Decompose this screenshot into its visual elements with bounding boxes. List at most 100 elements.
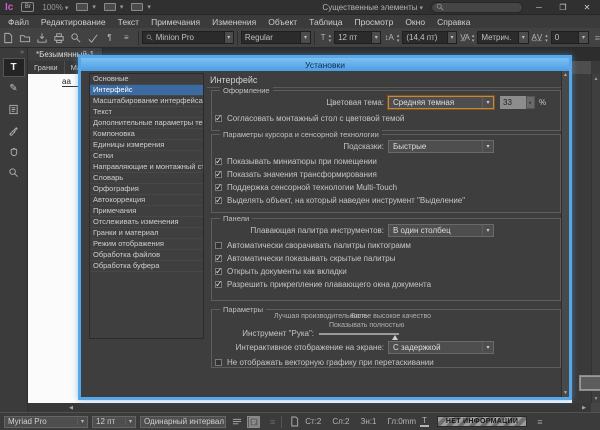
- search-input[interactable]: [431, 2, 523, 13]
- tooltips-dropdown[interactable]: Быстрые: [388, 140, 494, 153]
- preferences-section-item[interactable]: Орфография: [90, 184, 203, 195]
- preferences-section-item[interactable]: Режим отображения: [90, 239, 203, 250]
- view-tab[interactable]: Гранки: [28, 61, 64, 74]
- kerning-field[interactable]: Метрич.: [477, 31, 519, 44]
- galley-layout-button[interactable]: [230, 416, 243, 428]
- text-display-button[interactable]: ≡: [118, 30, 135, 46]
- tracking-dropdown-button[interactable]: [579, 31, 588, 44]
- status-size-dropdown[interactable]: 12 пт: [92, 416, 136, 428]
- screen-mode-button[interactable]: [104, 3, 124, 11]
- checkbox[interactable]: [215, 115, 222, 122]
- arrange-documents-button[interactable]: [131, 3, 151, 11]
- status-spacing-dropdown[interactable]: Одинарный интервал: [140, 416, 226, 428]
- leading-stepper[interactable]: [395, 33, 402, 43]
- preferences-section-item[interactable]: Направляющие и монтажный стол: [90, 162, 203, 173]
- checkbox[interactable]: [215, 184, 222, 191]
- show-hidden-characters-button[interactable]: ¶: [101, 30, 118, 46]
- find-button[interactable]: [67, 30, 84, 46]
- checkbox[interactable]: [215, 359, 222, 366]
- scroll-left-icon[interactable]: ◀: [66, 403, 76, 412]
- workspace-switcher[interactable]: Существенные элементы: [322, 3, 423, 12]
- preferences-section-item[interactable]: Обработка буфера: [90, 261, 203, 272]
- preferences-section-item[interactable]: Интерфейс: [90, 85, 203, 96]
- new-document-button[interactable]: [0, 30, 17, 46]
- slider-handle[interactable]: [392, 335, 398, 340]
- save-button[interactable]: [34, 30, 51, 46]
- font-style-field[interactable]: Regular: [241, 31, 301, 44]
- tracking-field[interactable]: 0: [551, 31, 580, 44]
- checkbox-row[interactable]: Открыть документы как вкладки: [215, 266, 560, 276]
- hand-tool-slider[interactable]: [319, 333, 399, 335]
- view-options-button[interactable]: [76, 3, 96, 11]
- ok-button[interactable]: ОК: [580, 376, 600, 390]
- checkbox[interactable]: [215, 281, 222, 288]
- brightness-field[interactable]: 33: [500, 96, 526, 109]
- scroll-up-icon[interactable]: ▲: [592, 74, 600, 83]
- panel-menu-icon[interactable]: ≡: [595, 33, 600, 43]
- close-button[interactable]: ✕: [579, 3, 595, 12]
- font-style-dropdown-button[interactable]: [301, 31, 310, 44]
- checkbox-row[interactable]: Показывать миниатюры при помещении: [215, 156, 560, 166]
- checkbox[interactable]: [215, 242, 222, 249]
- brightness-spinner[interactable]: [526, 96, 535, 109]
- zoom-tool[interactable]: [3, 163, 25, 182]
- preferences-section-item[interactable]: Масштабирование интерфейса пользова...: [90, 96, 203, 107]
- preferences-section-item[interactable]: Основные: [90, 74, 203, 85]
- status-panel-menu-icon[interactable]: ≡: [537, 417, 542, 427]
- menu-item[interactable]: Текст: [118, 17, 139, 27]
- tracking-stepper[interactable]: [543, 33, 550, 43]
- preferences-section-item[interactable]: Компоновка: [90, 129, 203, 140]
- zoom-level-dropdown[interactable]: 100%: [42, 3, 68, 12]
- notes-view-tool[interactable]: [3, 100, 25, 119]
- spellcheck-button[interactable]: [84, 30, 101, 46]
- checkbox[interactable]: [215, 197, 222, 204]
- scroll-up-icon[interactable]: ▲: [562, 71, 569, 79]
- preferences-section-item[interactable]: Примечания: [90, 206, 203, 217]
- font-size-dropdown-button[interactable]: [372, 31, 381, 44]
- status-font-dropdown[interactable]: Myriad Pro: [4, 416, 88, 428]
- vertical-scrollbar[interactable]: ▲ ▼: [591, 74, 600, 403]
- minimize-button[interactable]: ─: [531, 3, 547, 12]
- preferences-section-item[interactable]: Сетки: [90, 151, 203, 162]
- preferences-section-item[interactable]: Словарь: [90, 173, 203, 184]
- preferences-section-item[interactable]: Единицы измерения: [90, 140, 203, 151]
- preferences-section-item[interactable]: Обработка файлов: [90, 250, 203, 261]
- menu-item[interactable]: Изменения: [212, 17, 256, 27]
- menu-item[interactable]: Объект: [268, 17, 297, 27]
- font-family-dropdown-button[interactable]: [225, 31, 234, 44]
- bridge-button[interactable]: Br: [21, 2, 34, 12]
- status-menu-icon[interactable]: ≡: [270, 417, 275, 427]
- floating-palette-dropdown[interactable]: В один столбец: [388, 224, 494, 237]
- checkbox-row[interactable]: Автоматически сворачивать палитры пиктог…: [215, 240, 560, 250]
- hand-tool[interactable]: [3, 142, 25, 161]
- checkbox-row[interactable]: Разрешить прикрепление плавающего окна д…: [215, 279, 560, 289]
- leading-dropdown-button[interactable]: [448, 31, 457, 44]
- no-vector-checkbox-row[interactable]: Не отображать векторную графику при пере…: [215, 357, 560, 367]
- menu-item[interactable]: Файл: [8, 17, 29, 27]
- story-layout-button[interactable]: [247, 416, 260, 428]
- preferences-section-item[interactable]: Текст: [90, 107, 203, 118]
- print-button[interactable]: [51, 30, 68, 46]
- preferences-section-item[interactable]: Дополнительные параметры текста: [90, 118, 203, 129]
- scroll-down-icon[interactable]: ▼: [592, 394, 600, 403]
- kerning-stepper[interactable]: [470, 33, 477, 43]
- color-theme-dropdown[interactable]: Средняя темная: [388, 96, 494, 109]
- font-family-field[interactable]: Minion Pro: [142, 31, 225, 44]
- checkbox[interactable]: [215, 171, 222, 178]
- menu-item[interactable]: Редактирование: [41, 17, 106, 27]
- checkbox[interactable]: [215, 268, 222, 275]
- type-tool[interactable]: T: [3, 58, 25, 77]
- restore-button[interactable]: ❐: [555, 3, 571, 12]
- preferences-section-item[interactable]: Гранки и материал: [90, 228, 203, 239]
- collapse-panel-icon[interactable]: »: [20, 48, 27, 58]
- checkbox[interactable]: [215, 158, 222, 165]
- note-tool[interactable]: ✎: [3, 79, 25, 98]
- preferences-section-item[interactable]: Отслеживать изменения: [90, 217, 203, 228]
- open-button[interactable]: [17, 30, 34, 46]
- menu-item[interactable]: Справка: [437, 17, 470, 27]
- font-size-stepper[interactable]: [327, 33, 334, 43]
- checkbox-row[interactable]: Поддержка сенсорной технологии Multi-Tou…: [215, 182, 560, 192]
- checkbox-row[interactable]: Автоматически показывать скрытые палитры: [215, 253, 560, 263]
- menu-item[interactable]: Просмотр: [354, 17, 393, 27]
- checkbox[interactable]: [215, 255, 222, 262]
